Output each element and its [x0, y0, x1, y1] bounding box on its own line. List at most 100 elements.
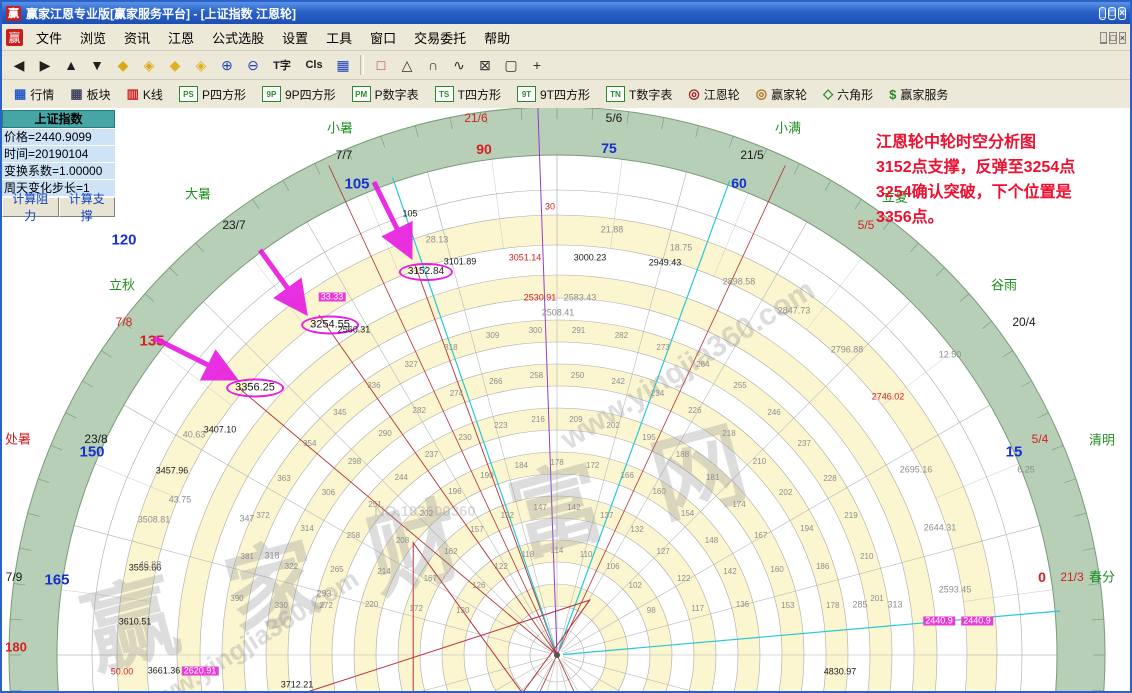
- menu-item-2[interactable]: 资讯: [115, 25, 159, 50]
- t-table-icon: TN: [606, 86, 625, 102]
- select-box-tool[interactable]: ▢: [499, 53, 523, 77]
- menu-item-0[interactable]: 文件: [27, 25, 71, 50]
- tool-t-square[interactable]: TST四方形: [428, 82, 508, 106]
- tools-toolbar: ▦行情▦板块▥K线PSP四方形9P9P四方形PMP数字表TST四方形9T9T四方…: [2, 80, 1130, 109]
- filter-tool[interactable]: ▼: [85, 53, 109, 77]
- wave-tool-button[interactable]: ∿: [447, 53, 471, 77]
- xbox-tool-button[interactable]: ⊠: [473, 53, 497, 77]
- mdi-restore-button[interactable]: □: [1109, 32, 1116, 44]
- menu-item-1[interactable]: 浏览: [71, 25, 115, 50]
- window-controls: _□×: [1097, 5, 1126, 21]
- zoom-out-button[interactable]: ⊖: [241, 53, 265, 77]
- app-window: 赢 赢家江恩专业版[赢家服务平台] - [上证指数 江恩轮] _□× 赢 文件浏…: [0, 0, 1132, 693]
- chart-area: 3903813723633543453363273183093002912822…: [2, 108, 1130, 691]
- gann-wheel-icon: ◎: [688, 86, 699, 102]
- drawing-toolbar: ◀▶▲▼◆◈◆◈⊕⊖T字Cls▦□△∩∿⊠▢+: [2, 51, 1130, 80]
- menubar: 赢 文件浏览资讯江恩公式选股设置工具窗口交易委托帮助 _□×: [2, 24, 1130, 51]
- up-triangle-tool[interactable]: ▲: [59, 53, 83, 77]
- toolbar-separator: [360, 55, 364, 75]
- minimize-button[interactable]: _: [1099, 7, 1107, 20]
- diamond-tool-4[interactable]: ◈: [189, 53, 213, 77]
- menu-item-9[interactable]: 帮助: [475, 25, 519, 50]
- maximize-button[interactable]: □: [1108, 7, 1116, 20]
- sidebar: 上证指数 价格=2440.9099时间=20190104变换系数=1.00000…: [2, 110, 115, 217]
- close-button[interactable]: ×: [1118, 7, 1126, 20]
- grid-tool-button[interactable]: ▦: [331, 53, 355, 77]
- mdi-minimize-button[interactable]: _: [1100, 32, 1107, 44]
- diamond-tool-1[interactable]: ◆: [111, 53, 135, 77]
- tool-t-table[interactable]: TNT数字表: [599, 82, 679, 106]
- sidebar-rows: 价格=2440.9099时间=20190104变换系数=1.00000周天变化步…: [2, 129, 115, 196]
- p-square-icon: PS: [179, 86, 198, 102]
- annotation-line: 3152点支撑，反弹至3254点: [876, 155, 1075, 180]
- rect-tool-button[interactable]: □: [369, 53, 393, 77]
- diamond-tool-2[interactable]: ◈: [137, 53, 161, 77]
- p-square-label: P四方形: [202, 86, 246, 103]
- sidebar-row-price: 价格=2440.9099: [2, 129, 115, 145]
- menu-logo-icon: 赢: [6, 29, 23, 46]
- calc-support-button[interactable]: 计算支撑: [59, 197, 116, 217]
- menu-item-8[interactable]: 交易委托: [405, 25, 475, 50]
- 9p-square-icon: 9P: [262, 86, 281, 102]
- titlebar: 赢 赢家江恩专业版[赢家服务平台] - [上证指数 江恩轮] _□×: [2, 2, 1130, 24]
- t-text-tool[interactable]: T字: [267, 53, 297, 77]
- menu-item-7[interactable]: 窗口: [361, 25, 405, 50]
- tool-p-square[interactable]: PSP四方形: [172, 82, 253, 106]
- sidebar-buttons: 计算阻力计算支撑: [2, 197, 115, 217]
- mdi-close-button[interactable]: ×: [1119, 32, 1126, 44]
- app-logo-icon: 赢: [6, 6, 21, 21]
- gann-wheel-label: 江恩轮: [704, 86, 740, 103]
- symbol-title: 上证指数: [2, 110, 115, 128]
- annotation-line: 3254确认突破，下个位置是: [876, 180, 1075, 205]
- calc-resistance-button[interactable]: 计算阻力: [2, 197, 59, 217]
- p-table-icon: PM: [352, 86, 371, 102]
- winner-service-icon: $: [889, 87, 896, 102]
- triangle-tool-button[interactable]: △: [395, 53, 419, 77]
- sectors-icon: ▦: [70, 86, 82, 102]
- 9p-square-label: 9P四方形: [285, 86, 336, 103]
- 9t-square-label: 9T四方形: [540, 86, 590, 103]
- t-square-label: T四方形: [458, 86, 501, 103]
- winner-wheel-icon: ◎: [756, 86, 767, 102]
- kline-icon: ▥: [127, 86, 139, 102]
- p-table-label: P数字表: [375, 86, 419, 103]
- cls-button[interactable]: Cls: [299, 53, 329, 77]
- sidebar-row-time: 时间=20190104: [2, 146, 115, 162]
- menu-item-3[interactable]: 江恩: [159, 25, 203, 50]
- t-table-label: T数字表: [629, 86, 672, 103]
- sidebar-row-coefficient: 变换系数=1.00000: [2, 163, 115, 179]
- sectors-label: 板块: [87, 86, 111, 103]
- mdi-window-controls: _□×: [1098, 29, 1126, 45]
- back-button[interactable]: ◀: [7, 53, 31, 77]
- tool-hexagon[interactable]: ◇六角形: [816, 82, 880, 106]
- analysis-annotation: 江恩轮中轮时空分析图3152点支撑，反弹至3254点3254确认突破，下个位置是…: [876, 130, 1075, 230]
- tool-p-table[interactable]: PMP数字表: [345, 82, 426, 106]
- forward-button[interactable]: ▶: [33, 53, 57, 77]
- kline-label: K线: [143, 86, 163, 103]
- quotes-icon: ▦: [14, 86, 26, 102]
- diamond-tool-3[interactable]: ◆: [163, 53, 187, 77]
- tool-winner-service[interactable]: $赢家服务: [882, 82, 955, 106]
- tool-kline[interactable]: ▥K线: [120, 82, 170, 106]
- quotes-label: 行情: [30, 86, 54, 103]
- menu-item-6[interactable]: 工具: [317, 25, 361, 50]
- tool-9t-square[interactable]: 9T9T四方形: [510, 82, 597, 106]
- menu-item-4[interactable]: 公式选股: [203, 25, 273, 50]
- hexagon-icon: ◇: [823, 86, 833, 102]
- annotation-line: 江恩轮中轮时空分析图: [876, 130, 1075, 155]
- tool-gann-wheel[interactable]: ◎ 江恩轮: [681, 82, 746, 106]
- hexagon-label: 六角形: [837, 86, 873, 103]
- arc-tool-button[interactable]: ∩: [421, 53, 445, 77]
- tool-winner-wheel[interactable]: ◎赢家轮: [749, 82, 814, 106]
- tool-9p-square[interactable]: 9P9P四方形: [255, 82, 343, 106]
- window-title: 赢家江恩专业版[赢家服务平台] - [上证指数 江恩轮]: [26, 5, 1092, 22]
- menu-items: 文件浏览资讯江恩公式选股设置工具窗口交易委托帮助: [27, 25, 1098, 50]
- annotation-line: 3356点。: [876, 205, 1075, 230]
- tool-quotes[interactable]: ▦行情: [7, 82, 61, 106]
- zoom-in-button[interactable]: ⊕: [215, 53, 239, 77]
- crosshair-tool[interactable]: +: [525, 53, 549, 77]
- 9t-square-icon: 9T: [517, 86, 536, 102]
- menu-item-5[interactable]: 设置: [273, 25, 317, 50]
- tool-sectors[interactable]: ▦ 板块: [63, 82, 117, 106]
- winner-wheel-label: 赢家轮: [771, 86, 807, 103]
